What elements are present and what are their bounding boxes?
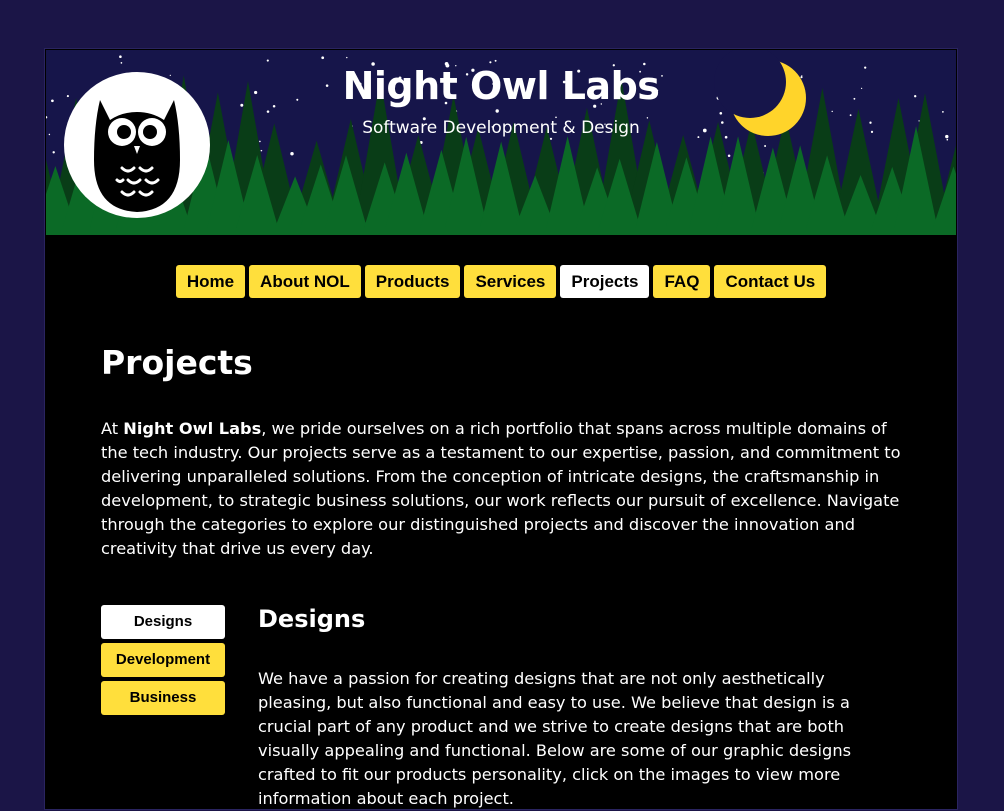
category-tab-development[interactable]: Development (101, 643, 225, 677)
header-banner: Night Owl Labs Software Development & De… (46, 50, 956, 235)
nav-faq-button[interactable]: FAQ (653, 265, 711, 298)
nav-about-nol-button[interactable]: About NOL (249, 265, 361, 298)
nav-services-button[interactable]: Services (464, 265, 557, 298)
main-nav: Home About NOL Products Services Projects FAQ… (45, 265, 957, 298)
nav-projects-button[interactable]: Projects (560, 265, 650, 298)
nav-home-button[interactable]: Home (175, 265, 246, 298)
section-description: We have a passion for creating designs t… (258, 669, 852, 808)
intro-prefix: At (101, 419, 124, 438)
intro-paragraph: At Night Owl Labs, we pride ourselves on… (101, 417, 901, 561)
page-title: Projects (101, 343, 253, 382)
page-container: Night Owl Labs Software Development & De… (45, 49, 957, 809)
category-tab-business[interactable]: Business (101, 681, 225, 715)
category-tabs: Designs Development Business (101, 605, 225, 719)
nav-products-button[interactable]: Products (364, 265, 461, 298)
owl-logo-icon[interactable] (62, 70, 212, 220)
section-title: Designs (258, 605, 366, 633)
category-tab-designs[interactable]: Designs (101, 605, 225, 639)
intro-company-name: Night Owl Labs (123, 419, 262, 438)
nav-contact-us-button[interactable]: Contact Us (714, 265, 827, 298)
intro-text: , we pride ourselves on a rich portfolio… (101, 419, 901, 558)
